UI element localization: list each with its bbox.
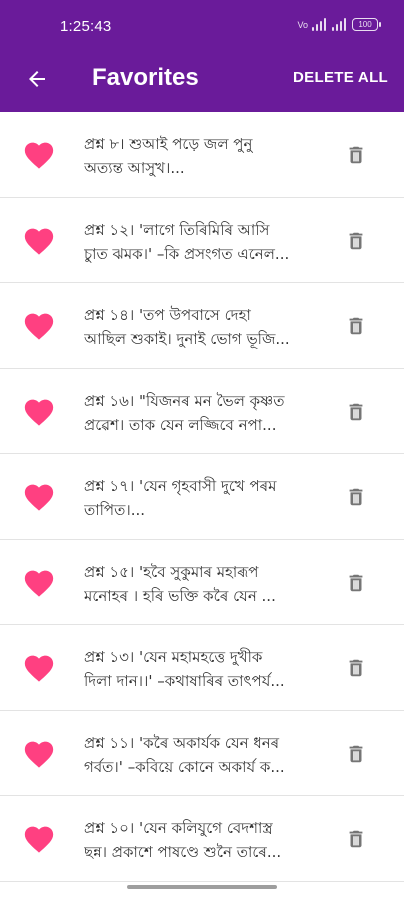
question-line-2: আছিল শুকাই। দুনাই ভোগ ভূজি... xyxy=(84,330,290,348)
favorite-question-text[interactable]: প্ৰশ্ন ৮। শুআই পড়ে জল পুনু অত্যন্ত আসুখ… xyxy=(84,132,316,180)
status-icons: Vo 100 xyxy=(297,18,381,31)
question-line-1: প্ৰশ্ন ১৩। 'যেন মহামহত্তে দুখীক xyxy=(84,648,263,666)
top-bar: 1:25:43 Vo 100 Favorites DELETE ALL xyxy=(0,0,404,112)
question-line-2: প্ৰৱেশ। তাক যেন লজ্জিবে নপা... xyxy=(84,415,277,434)
favorite-question-text[interactable]: প্ৰশ্ন ১৫। 'হবৈ সুকুমাৰ মহাৰূপ মনোহৰ । হ… xyxy=(84,560,316,608)
trash-icon[interactable] xyxy=(345,484,367,510)
heart-icon[interactable] xyxy=(22,566,56,598)
question-line-1: প্ৰশ্ন ১৪। 'তপ উপবাসে দেহা xyxy=(84,306,251,324)
trash-icon[interactable] xyxy=(345,826,367,852)
favorites-screen: 1:25:43 Vo 100 Favorites DELETE ALL প্ৰশ… xyxy=(0,0,404,900)
trash-icon[interactable] xyxy=(345,228,367,254)
favorites-list: প্ৰশ্ন ৮। শুআই পড়ে জল পুনু অত্যন্ত আসুখ… xyxy=(0,112,404,882)
heart-icon[interactable] xyxy=(22,309,56,341)
heart-icon[interactable] xyxy=(22,480,56,512)
app-bar: Favorites DELETE ALL xyxy=(0,52,404,112)
question-line-2: অত্যন্ত আসুখ।... xyxy=(84,159,185,177)
trash-icon[interactable] xyxy=(345,655,367,681)
page-title: Favorites xyxy=(92,64,199,91)
question-line-1: প্ৰশ্ন ১৫। 'হবৈ সুকুমাৰ মহাৰূপ xyxy=(84,562,259,581)
question-line-2: মনোহৰ । হৰি ভক্তি কৰৈ যেন ... xyxy=(84,586,276,605)
trash-icon[interactable] xyxy=(345,741,367,767)
question-line-2: ছন্ন। প্ৰকাশে পাষণ্ডে শুনৈ তাৰে... xyxy=(84,843,282,861)
question-line-2: দিলা দান।।' –কথাষাৰিৰ তাৎপৰ্য... xyxy=(84,672,285,690)
question-line-1: প্ৰশ্ন ৮। শুআই পড়ে জল পুনু xyxy=(84,135,253,153)
favorite-question-text[interactable]: প্ৰশ্ন ১৩। 'যেন মহামহত্তে দুখীক দিলা দান… xyxy=(84,645,316,693)
favorite-question-text[interactable]: প্ৰশ্ন ১৭। 'যেন গৃহবাসী দুখে পৰম তাপিত।.… xyxy=(84,474,316,522)
favorite-item[interactable]: প্ৰশ্ন ১৭। 'যেন গৃহবাসী দুখে পৰম তাপিত।.… xyxy=(0,454,404,540)
status-time: 1:25:43 xyxy=(60,18,112,35)
heart-icon[interactable] xyxy=(22,651,56,683)
heart-icon[interactable] xyxy=(22,224,56,256)
battery-level: 100 xyxy=(358,20,372,29)
trash-icon[interactable] xyxy=(345,142,367,168)
heart-icon[interactable] xyxy=(22,395,56,427)
question-line-1: প্ৰশ্ন ১৬। "যিজনৰ মন ভৈল কৃষ্ণত xyxy=(84,391,285,410)
signal-icon-2 xyxy=(332,18,346,31)
favorite-item[interactable]: প্ৰশ্ন ১৪। 'তপ উপবাসে দেহা আছিল শুকাই। দ… xyxy=(0,283,404,369)
favorite-item[interactable]: প্ৰশ্ন ১০। 'যেন কলিযুগে বেদশাস্ত্ৰ ছন্ন।… xyxy=(0,796,404,882)
favorite-item[interactable]: প্ৰশ্ন ১৬। "যিজনৰ মন ভৈল কৃষ্ণত প্ৰৱেশ। … xyxy=(0,368,404,454)
question-line-1: প্ৰশ্ন ১১। 'কৰৈ অকাৰ্যক যেন ধনৰ xyxy=(84,733,280,752)
favorite-item[interactable]: প্ৰশ্ন ১১। 'কৰৈ অকাৰ্যক যেন ধনৰ গৰ্বত।' … xyxy=(0,710,404,796)
favorite-question-text[interactable]: প্ৰশ্ন ১২। 'লাগে তিৰিমিৰি আসি চুাত ঝমক।'… xyxy=(84,218,316,266)
favorite-item[interactable]: প্ৰশ্ন ১২। 'লাগে তিৰিমিৰি আসি চুাত ঝমক।'… xyxy=(0,197,404,283)
question-line-1: প্ৰশ্ন ১২। 'লাগে তিৰিমিৰি আসি xyxy=(84,220,270,239)
favorite-question-text[interactable]: প্ৰশ্ন ১১। 'কৰৈ অকাৰ্যক যেন ধনৰ গৰ্বত।' … xyxy=(84,731,316,779)
arrow-left-icon xyxy=(29,71,45,87)
home-indicator[interactable] xyxy=(127,885,277,889)
favorite-question-text[interactable]: প্ৰশ্ন ১০। 'যেন কলিযুগে বেদশাস্ত্ৰ ছন্ন।… xyxy=(84,816,316,864)
question-line-2: চুাত ঝমক।' –কি প্ৰসংগত এনেল... xyxy=(84,244,290,263)
back-button[interactable] xyxy=(22,64,52,94)
battery-icon: 100 xyxy=(352,18,381,31)
heart-icon[interactable] xyxy=(22,138,56,170)
question-line-2: গৰ্বত।' –কবিয়ে কোনে অকাৰ্য ক... xyxy=(84,757,285,776)
heart-icon[interactable] xyxy=(22,737,56,769)
question-line-1: প্ৰশ্ন ১০। 'যেন কলিযুগে বেদশাস্ত্ৰ xyxy=(84,819,273,837)
trash-icon[interactable] xyxy=(345,570,367,596)
volte-icon: Vo xyxy=(297,19,308,30)
question-line-1: প্ৰশ্ন ১৭। 'যেন গৃহবাসী দুখে পৰম xyxy=(84,477,277,495)
trash-icon[interactable] xyxy=(345,313,367,339)
signal-icon xyxy=(312,18,326,31)
trash-icon[interactable] xyxy=(345,399,367,425)
favorite-item[interactable]: প্ৰশ্ন ৮। শুআই পড়ে জল পুনু অত্যন্ত আসুখ… xyxy=(0,112,404,198)
delete-all-button[interactable]: DELETE ALL xyxy=(293,69,388,86)
favorite-question-text[interactable]: প্ৰশ্ন ১৪। 'তপ উপবাসে দেহা আছিল শুকাই। দ… xyxy=(84,303,316,351)
favorite-item[interactable]: প্ৰশ্ন ১৩। 'যেন মহামহত্তে দুখীক দিলা দান… xyxy=(0,625,404,711)
question-line-2: তাপিত।... xyxy=(84,501,146,519)
heart-icon[interactable] xyxy=(22,822,56,854)
favorite-item[interactable]: প্ৰশ্ন ১৫। 'হবৈ সুকুমাৰ মহাৰূপ মনোহৰ । হ… xyxy=(0,539,404,625)
favorite-question-text[interactable]: প্ৰশ্ন ১৬। "যিজনৰ মন ভৈল কৃষ্ণত প্ৰৱেশ। … xyxy=(84,389,316,437)
status-bar: 1:25:43 Vo 100 xyxy=(0,0,404,52)
